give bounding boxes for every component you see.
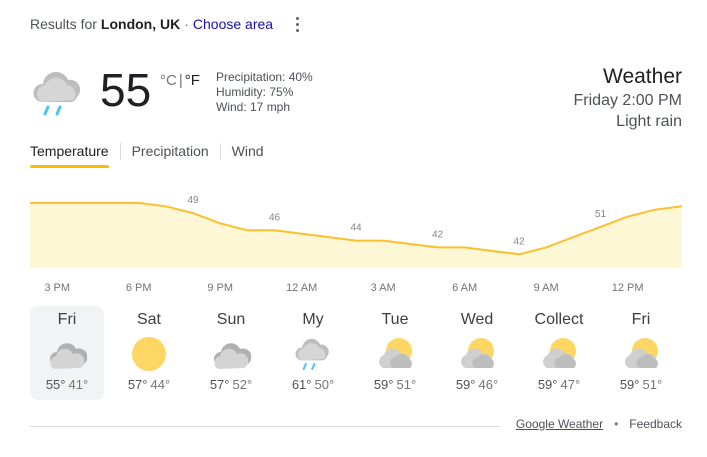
unit-separator: | [178,72,183,89]
day-high: 61° [291,377,312,392]
celsius-button[interactable]: °C [160,72,177,89]
day-high: 57° [127,377,148,392]
day-low: 41° [68,377,89,392]
sun-icon [129,335,169,373]
day-low: 51° [642,377,663,392]
day-card[interactable]: Sun 57° 52° [194,306,268,400]
humidity-value: Humidity: 75% [216,85,294,99]
fahrenheit-button[interactable]: °F [185,72,200,89]
location-name: London, UK [100,16,181,32]
day-card[interactable]: Wed 59° 46° [440,306,514,400]
day-name: Tue [381,311,409,328]
day-temps: 59° 51° [358,377,432,392]
time-label: 9 PM [207,282,233,294]
more-options-icon[interactable] [290,14,304,34]
day-card[interactable]: Fri 55° 41° [30,306,104,400]
chart-value-label: 42 [513,236,525,247]
tab-precipitation[interactable]: Precipitation [132,141,209,168]
day-low: 52° [232,377,253,392]
tab-divider [219,143,221,160]
results-for-label: Results for [30,16,97,32]
footer: Google Weather • Feedback [516,417,682,431]
weather-header: Weather Friday 2:00 PM Light rain [574,64,682,132]
day-temps: 61° 50° [276,377,350,392]
feedback-link[interactable]: Feedback [629,417,682,431]
separator-dot: · [184,16,189,32]
day-low: 51° [396,377,417,392]
time-label: 12 PM [611,282,644,294]
tab-divider [119,143,121,160]
day-temps: 59° 47° [522,377,596,392]
day-card[interactable]: Sat 57° 44° [112,306,186,400]
day-card[interactable]: Collect 59° 47° [522,306,596,400]
day-temps: 57° 44° [112,377,186,392]
partly-sunny-icon [375,335,415,373]
day-high: 57° [209,377,230,392]
day-high: 55° [45,377,66,392]
temperature-chart-svg: 5555494644424251 [30,196,682,268]
footer-bullet: • [614,417,619,431]
partly-sunny-icon [457,335,497,373]
chart-value-label: 49 [187,196,199,206]
day-name: Fri [57,311,77,328]
daily-forecast: Fri 55° 41° Sat 57° 44° Sun 57° 52° My 61° 50° Tue 59… [30,306,678,400]
time-label: 12 AM [286,282,318,294]
partly-sunny-icon [621,335,661,373]
unit-toggle: °C | °F [160,72,200,89]
day-name: Fri [631,311,651,328]
partly-cloudy-grey-icon [211,335,251,373]
day-temps: 57° 52° [194,377,268,392]
weather-title: Weather [603,65,682,88]
day-low: 47° [560,377,581,392]
precipitation-value: Precipitation: 40% [216,70,313,84]
time-label: 3 AM [370,282,396,294]
chart-value-label: 46 [269,212,281,223]
weather-datetime: Friday 2:00 PM [573,92,682,109]
chart-value-label: 42 [432,229,444,240]
cloud-rain-icon [293,335,333,373]
day-high: 59° [537,377,558,392]
wind-value: Wind: 17 mph [216,100,291,114]
day-temps: 59° 51° [604,377,678,392]
day-high: 59° [455,377,476,392]
day-card[interactable]: Tue 59° 51° [358,306,432,400]
day-high: 59° [619,377,640,392]
location-bar: Results for London, UK · Choose area [30,16,273,32]
partly-cloudy-grey-icon [47,335,87,373]
time-label: 6 PM [125,282,152,294]
time-label: 3 PM [44,282,70,294]
day-name: Wed [460,311,494,328]
time-axis: 3 PM 6 PM 9 PM 12 AM 3 AM 6 AM 9 AM 12 PM [30,282,682,296]
temperature-chart: 5555494644424251 [30,196,682,276]
day-temps: 59° 46° [440,377,514,392]
tab-wind[interactable]: Wind [232,141,264,168]
time-label: 9 AM [533,282,559,294]
day-high: 59° [373,377,394,392]
day-name: Sat [136,311,161,328]
partly-sunny-icon [539,335,579,373]
day-low: 44° [150,377,171,392]
google-weather-link[interactable]: Google Weather [516,417,603,431]
footer-divider [30,426,500,427]
day-card[interactable]: My 61° 50° [276,306,350,400]
tab-temperature[interactable]: Temperature [30,141,109,168]
cloud-rain-icon [30,68,86,118]
day-low: 50° [314,377,335,392]
chart-value-label: 44 [350,223,362,234]
weather-condition: Light rain [616,113,682,130]
temperature-area [30,202,682,268]
current-temperature: 55 [100,64,152,116]
chart-value-label: 51 [595,209,607,220]
time-label: 6 AM [452,282,478,294]
choose-area-link[interactable]: Choose area [193,16,273,32]
day-name: Sun [216,311,246,328]
weather-details: Precipitation: 40% Humidity: 75% Wind: 1… [216,70,313,115]
day-name: My [302,311,324,328]
day-name: Collect [534,311,584,328]
day-temps: 55° 41° [30,377,104,392]
day-low: 46° [478,377,499,392]
chart-tabs: Temperature Precipitation Wind [30,141,264,168]
day-card[interactable]: Fri 59° 51° [604,306,678,400]
